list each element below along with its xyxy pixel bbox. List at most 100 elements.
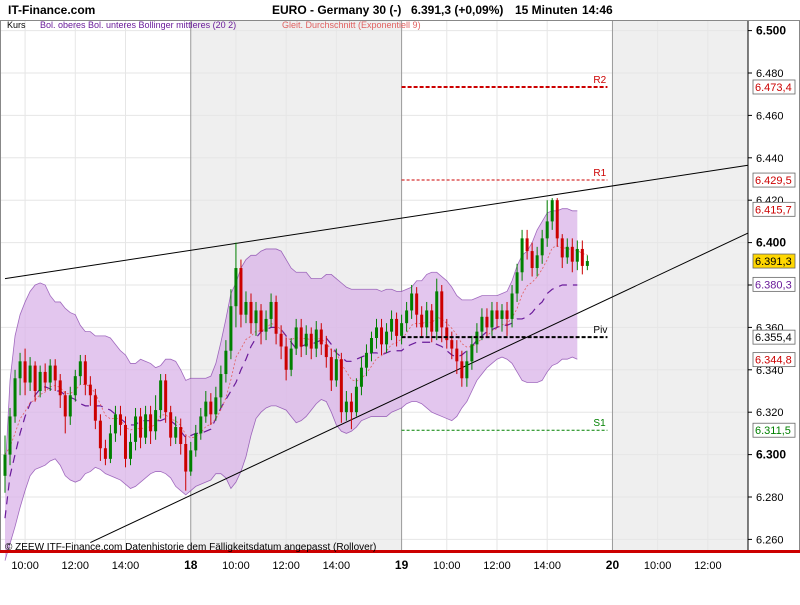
candle-body bbox=[390, 318, 394, 332]
candle-body bbox=[540, 238, 544, 256]
candle-body bbox=[3, 454, 7, 476]
candle-body bbox=[495, 310, 499, 319]
candle-body bbox=[43, 371, 47, 383]
candle-body bbox=[244, 301, 248, 315]
candle-body bbox=[33, 365, 37, 391]
candle-body bbox=[470, 344, 474, 362]
candle-body bbox=[284, 346, 288, 370]
candle-body bbox=[134, 416, 138, 442]
candle-body bbox=[194, 433, 198, 451]
candle-body bbox=[400, 323, 404, 336]
candle-body bbox=[324, 344, 328, 358]
candle-body bbox=[410, 293, 414, 311]
candle-body bbox=[430, 310, 434, 332]
candle-body bbox=[560, 238, 564, 258]
candle-body bbox=[309, 333, 313, 349]
candle-body bbox=[83, 361, 87, 385]
instrument-title: EURO - Germany 30 (-) bbox=[272, 3, 401, 17]
pivot-label-piv: Piv bbox=[593, 325, 607, 336]
y-tick-label: 6.480 bbox=[756, 68, 784, 80]
candle-body bbox=[13, 378, 17, 417]
candle-body bbox=[304, 333, 308, 347]
candle-body bbox=[199, 416, 203, 434]
candle-body bbox=[450, 340, 454, 349]
candle-body bbox=[525, 238, 529, 252]
candle-body bbox=[555, 200, 559, 239]
candle-body bbox=[98, 420, 102, 449]
candle-body bbox=[354, 386, 358, 413]
candle-body bbox=[209, 401, 213, 415]
candle-body bbox=[38, 371, 42, 391]
x-tick-label: 20 bbox=[606, 558, 620, 572]
candle-body bbox=[234, 268, 238, 307]
candle-body bbox=[48, 365, 52, 383]
candle-body bbox=[585, 261, 589, 266]
candle-body bbox=[259, 310, 263, 332]
candle-body bbox=[123, 424, 127, 459]
candle-body bbox=[575, 248, 579, 262]
candle-body bbox=[118, 414, 122, 425]
candle-body bbox=[415, 293, 419, 315]
y-tick-label: 6.400 bbox=[756, 236, 786, 250]
chart: R2 R1 Piv S1 6.500 6.480 6.460 6.440 6.420 6.400… bbox=[0, 0, 800, 600]
candle-body bbox=[28, 365, 32, 383]
x-tick-label: 14:00 bbox=[112, 560, 140, 572]
y-tick-label: 6.440 bbox=[756, 153, 784, 165]
y-tick-label: 6.500 bbox=[756, 24, 786, 38]
footer-note: © ZEEW ITF-Finance.com Datenhistorie dem… bbox=[5, 542, 376, 553]
candle-body bbox=[545, 221, 549, 239]
candle-body bbox=[359, 367, 363, 387]
candle-body bbox=[78, 361, 82, 377]
candle-body bbox=[420, 314, 424, 328]
candle-body bbox=[189, 450, 193, 472]
candle-body bbox=[339, 359, 343, 413]
value-label: 6.311,5 bbox=[755, 425, 791, 437]
candle-body bbox=[500, 310, 504, 319]
candle-body bbox=[580, 248, 584, 266]
candle-body bbox=[530, 251, 534, 269]
candle-body bbox=[219, 374, 223, 398]
candle-body bbox=[254, 310, 258, 324]
candle-body bbox=[455, 348, 459, 362]
candle-body bbox=[535, 255, 539, 269]
candle-body bbox=[23, 361, 27, 383]
candle-body bbox=[465, 361, 469, 379]
x-tick-label: 10:00 bbox=[433, 560, 461, 572]
x-tick-label: 10:00 bbox=[644, 560, 672, 572]
value-label: 6.391,3 bbox=[755, 256, 792, 268]
candle-body bbox=[154, 410, 158, 432]
candle-body bbox=[395, 318, 399, 336]
candle-body bbox=[269, 301, 273, 319]
candle-body bbox=[184, 444, 188, 472]
candle-body bbox=[68, 395, 72, 417]
pivot-label-s1: S1 bbox=[593, 418, 606, 429]
candle-body bbox=[93, 395, 97, 421]
candle-body bbox=[460, 361, 464, 379]
y-tick-label: 6.260 bbox=[756, 534, 784, 546]
candle-body bbox=[144, 414, 148, 438]
candle-body bbox=[369, 338, 373, 353]
y-tick-label: 6.300 bbox=[756, 448, 786, 462]
y-tick-label: 6.460 bbox=[756, 110, 784, 122]
x-tick-label: 10:00 bbox=[222, 560, 250, 572]
candle-body bbox=[344, 401, 348, 413]
candle-body bbox=[159, 380, 163, 411]
legend-bollinger: Bol. oberes Bol. unteres Bollinger mittl… bbox=[40, 20, 236, 30]
value-label: 6.429,5 bbox=[755, 175, 792, 187]
pivot-label-r2: R2 bbox=[593, 75, 606, 86]
chart-svg: R2R1PivS1 6.5006.4806.4606.4406.4206.400… bbox=[0, 0, 800, 600]
candle-body bbox=[329, 357, 333, 381]
time-readout: 14:46 bbox=[582, 3, 613, 17]
candle-body bbox=[565, 246, 569, 258]
candle-body bbox=[149, 414, 153, 432]
legend-kurs: Kurs bbox=[7, 20, 26, 30]
value-label: 6.415,7 bbox=[755, 204, 792, 216]
legend-ema: Gleit. Durchschnitt (Exponentiell 9) bbox=[282, 20, 421, 30]
candle-body bbox=[8, 416, 12, 455]
candle-body bbox=[505, 310, 509, 319]
x-tick-label: 12:00 bbox=[62, 560, 90, 572]
candle-body bbox=[139, 416, 143, 438]
candle-body bbox=[440, 291, 444, 328]
candle-body bbox=[239, 268, 243, 315]
y-tick-label: 6.320 bbox=[756, 407, 784, 419]
